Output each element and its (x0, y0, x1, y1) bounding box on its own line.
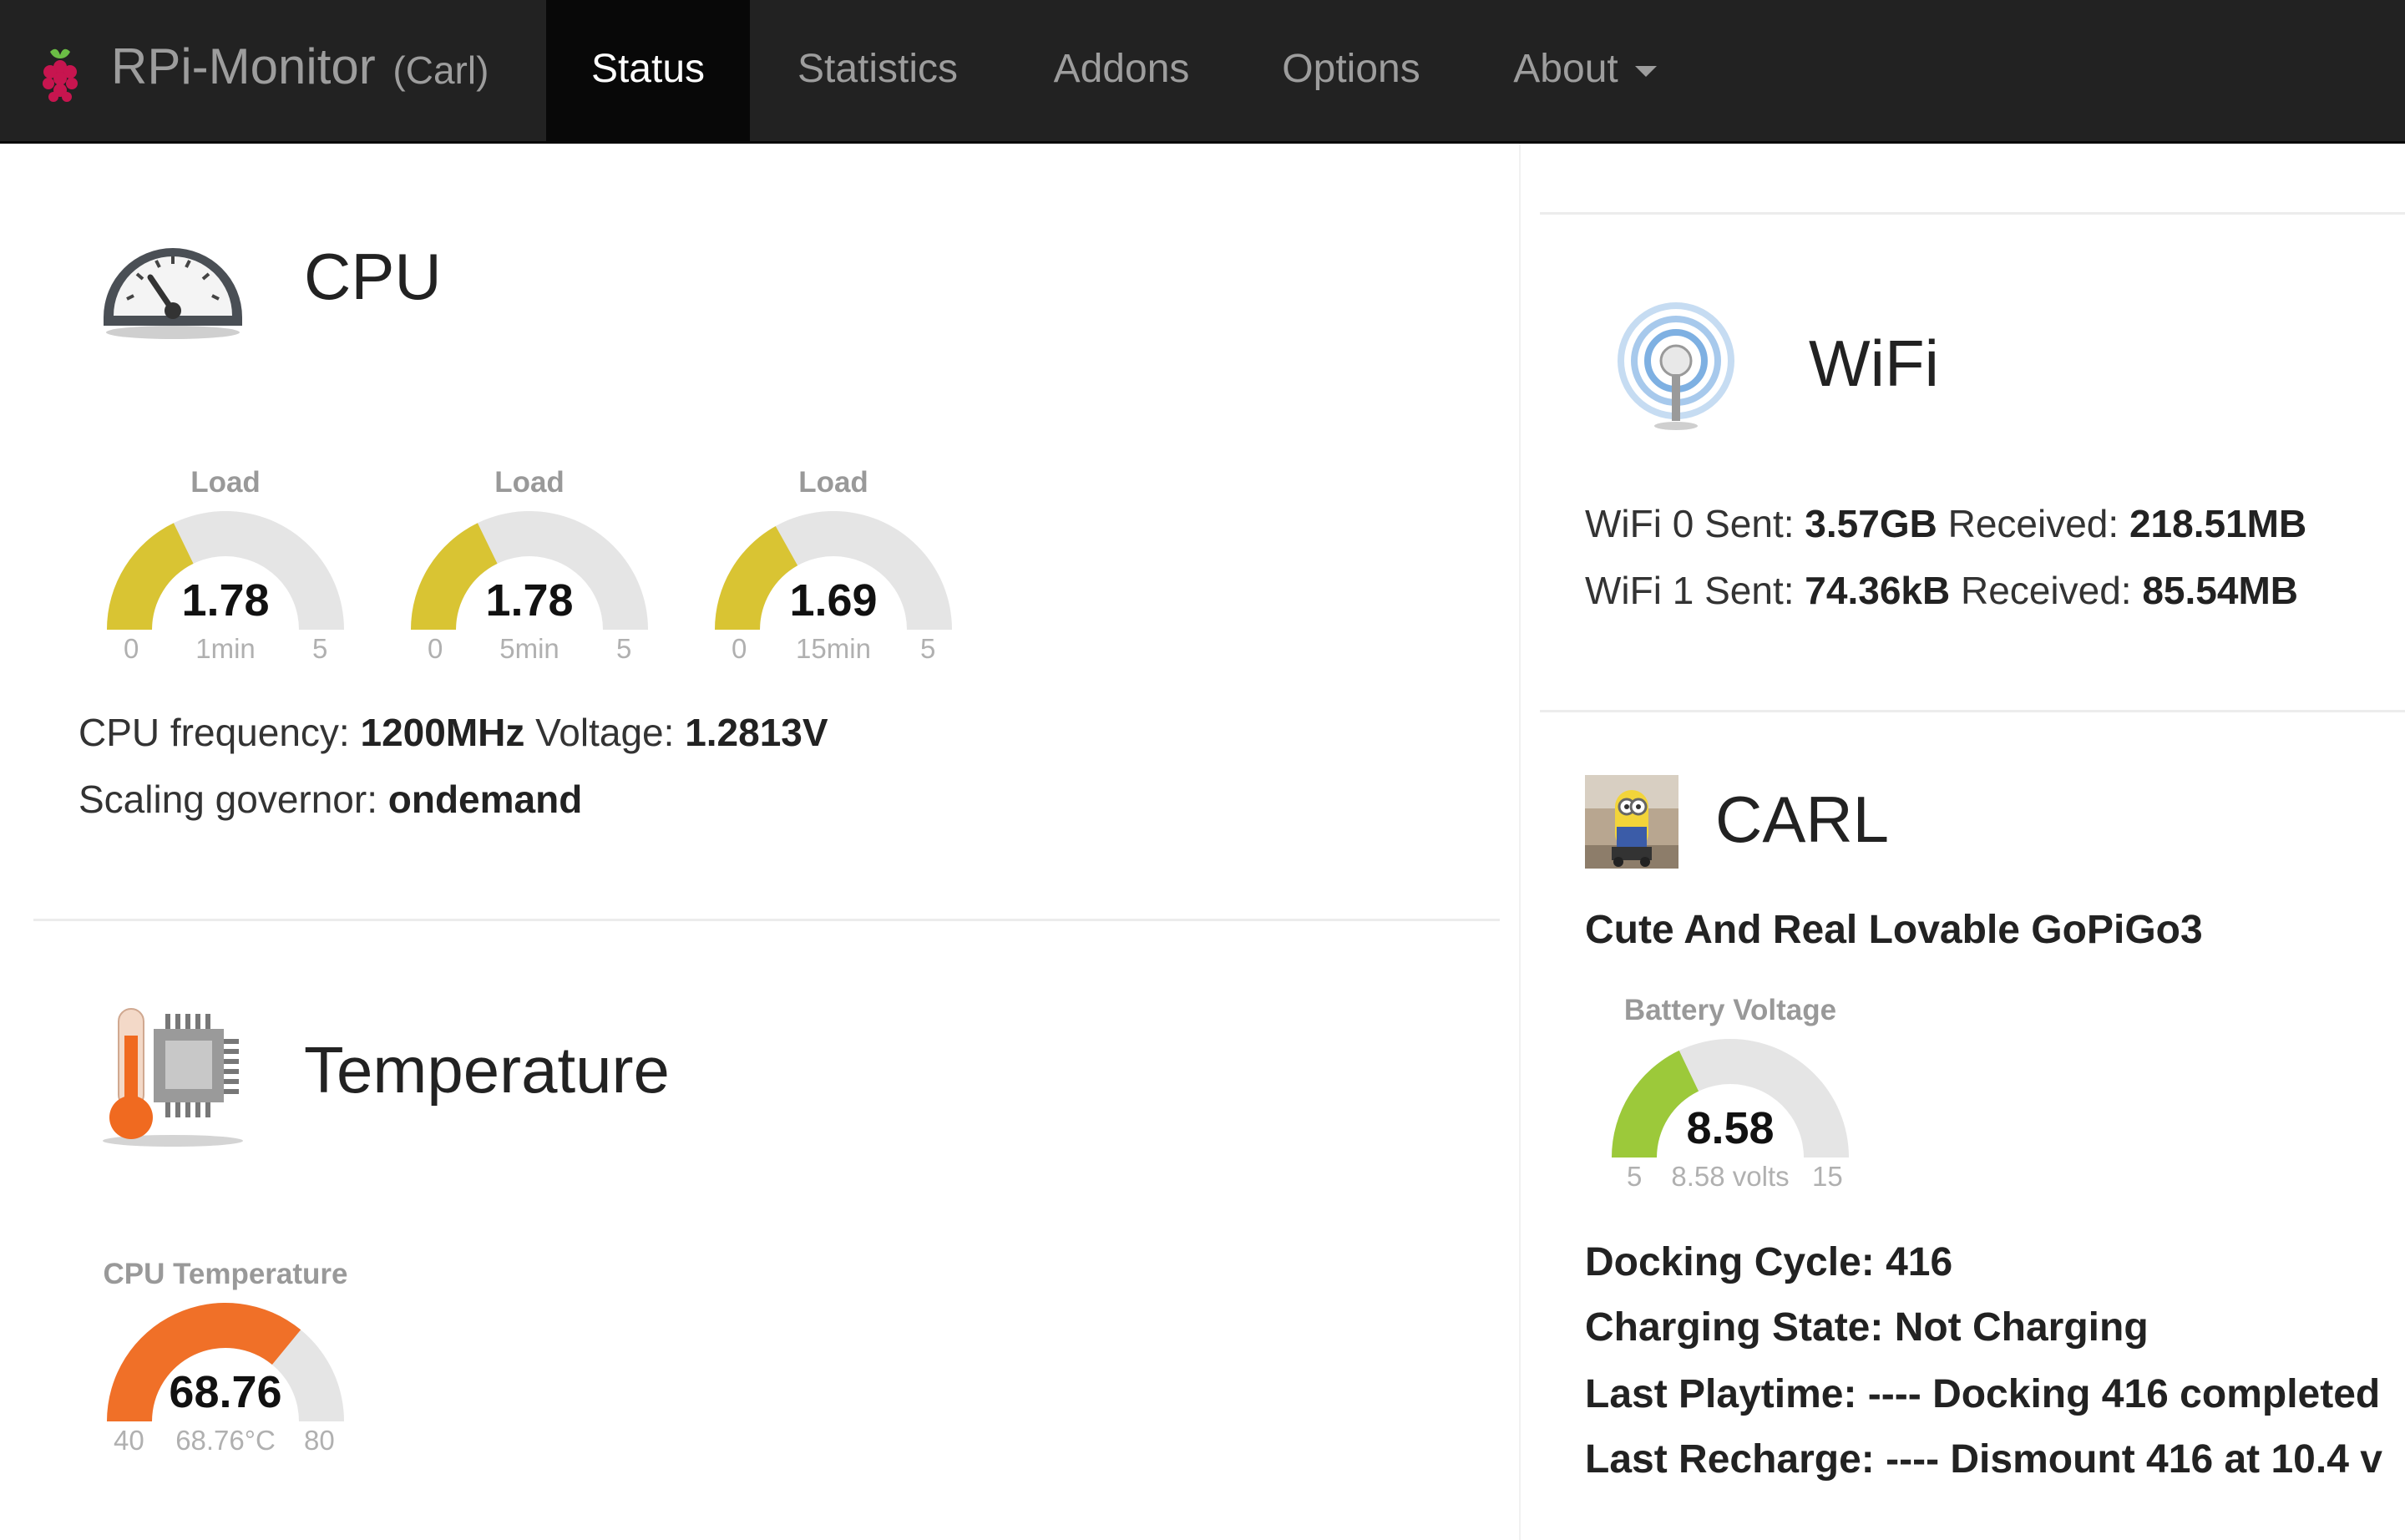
cpu-load-1min-gauge: Load 1.78 0 1min 5 (100, 466, 351, 666)
section-divider (33, 919, 1500, 921)
cpu-frequency-label: CPU frequency: (78, 711, 350, 754)
gauge-max: 80 (304, 1425, 335, 1456)
wifi-sent-value: 3.57GB (1805, 502, 1937, 545)
wifi-antenna-icon (1618, 302, 1734, 430)
thermometer-chip-icon (103, 1008, 243, 1147)
brand-title: RPi-Monitor (Carl) (111, 38, 489, 94)
gauge-value: 1.78 (485, 575, 574, 626)
nav-tab-options-label: Options (1282, 47, 1420, 91)
chevron-down-icon (1634, 65, 1657, 77)
navbar: RPi-Monitor (Carl) Status Statistics Add… (0, 0, 2405, 144)
section-divider (1540, 212, 2405, 215)
cpu-frequency-line: CPU frequency: 1200MHz Voltage: 1.2813V (78, 710, 828, 755)
nav-tab-status[interactable]: Status (546, 0, 750, 141)
nav-tab-about[interactable]: About (1493, 0, 1677, 141)
gauge-max: 5 (312, 633, 328, 664)
raspberry-pi-logo-icon (43, 48, 78, 102)
cpu-voltage-label: Voltage: (535, 711, 675, 754)
cpu-temperature-gauge: CPU Temperature 68.76 40 68.76°C 80 (100, 1258, 351, 1458)
gauge-max: 5 (920, 633, 936, 664)
gauge-value: 68.76 (169, 1367, 282, 1417)
nav-tab-about-label: About (1513, 47, 1618, 91)
nav-tab-addons[interactable]: Addons (1024, 0, 1219, 141)
gauge-icon (104, 248, 242, 339)
brand[interactable]: RPi-Monitor (Carl) (0, 0, 544, 144)
gauge-title: CPU Temperature (103, 1258, 348, 1290)
docking-cycle: Docking Cycle: 416 (1585, 1240, 1953, 1284)
wifi-received-value: 218.51MB (2129, 502, 2307, 545)
gauge-max: 5 (616, 633, 632, 664)
cpu-title: CPU (304, 240, 442, 313)
gauge-value: 1.69 (789, 575, 878, 626)
cpu-load-15min-gauge: Load 1.69 0 15min 5 (708, 466, 959, 666)
wifi-sent-label: WiFi 0 Sent: (1585, 502, 1795, 545)
cpu-load-5min-gauge: Load 1.78 0 5min 5 (404, 466, 655, 666)
nav-tab-statistics-label: Statistics (797, 47, 959, 91)
temperature-title: Temperature (304, 1033, 670, 1107)
gauge-title: Load (190, 466, 261, 499)
cpu-governor-line: Scaling governor: ondemand (78, 777, 582, 822)
wifi-row: WiFi 1 Sent: 74.36kB Received: 85.54MB (1585, 568, 2298, 613)
wifi-title: WiFi (1809, 327, 1939, 400)
cpu-governor-label: Scaling governor: (78, 778, 377, 821)
last-recharge: Last Recharge: ---- Dismount 416 at 10.4… (1585, 1437, 2382, 1482)
gauge-title: Load (494, 466, 565, 499)
last-playtime: Last Playtime: ---- Docking 416 complete… (1585, 1372, 2381, 1416)
gauge-value: 8.58 (1686, 1103, 1775, 1153)
section-divider (1540, 710, 2405, 712)
wifi-sent-label: WiFi 1 Sent: (1585, 569, 1795, 612)
battery-voltage-gauge: Battery Voltage 8.58 5 8.58 volts 15 (1605, 994, 1856, 1194)
cpu-frequency-value: 1200MHz (360, 711, 525, 754)
nav-tab-status-label: Status (590, 47, 706, 91)
cpu-governor-value: ondemand (387, 778, 583, 821)
wifi-received-value: 85.54MB (2142, 569, 2298, 612)
column-divider (1519, 144, 1521, 1540)
gauge-title: Load (798, 466, 868, 499)
charging-state: Charging State: Not Charging (1585, 1305, 2149, 1350)
gauge-max: 15 (1812, 1161, 1843, 1192)
nav-tab-addons-label: Addons (1053, 47, 1190, 91)
wifi-received-label: Received: (1947, 502, 2119, 545)
nav-tab-statistics[interactable]: Statistics (767, 0, 989, 141)
cpu-voltage-value: 1.2813V (685, 711, 828, 754)
wifi-received-label: Received: (1961, 569, 2132, 612)
gauge-value: 1.78 (181, 575, 270, 626)
nav-tab-options[interactable]: Options (1261, 0, 1441, 141)
brand-hostname: (Carl) (392, 48, 489, 92)
wifi-row: WiFi 0 Sent: 3.57GB Received: 218.51MB (1585, 501, 2306, 546)
wifi-sent-value: 74.36kB (1805, 569, 1951, 612)
robot-photo-icon (1585, 775, 1678, 869)
carl-title: CARL (1715, 783, 1890, 856)
gauge-title: Battery Voltage (1623, 994, 1837, 1026)
carl-subtitle: Cute And Real Lovable GoPiGo3 (1585, 908, 2203, 952)
